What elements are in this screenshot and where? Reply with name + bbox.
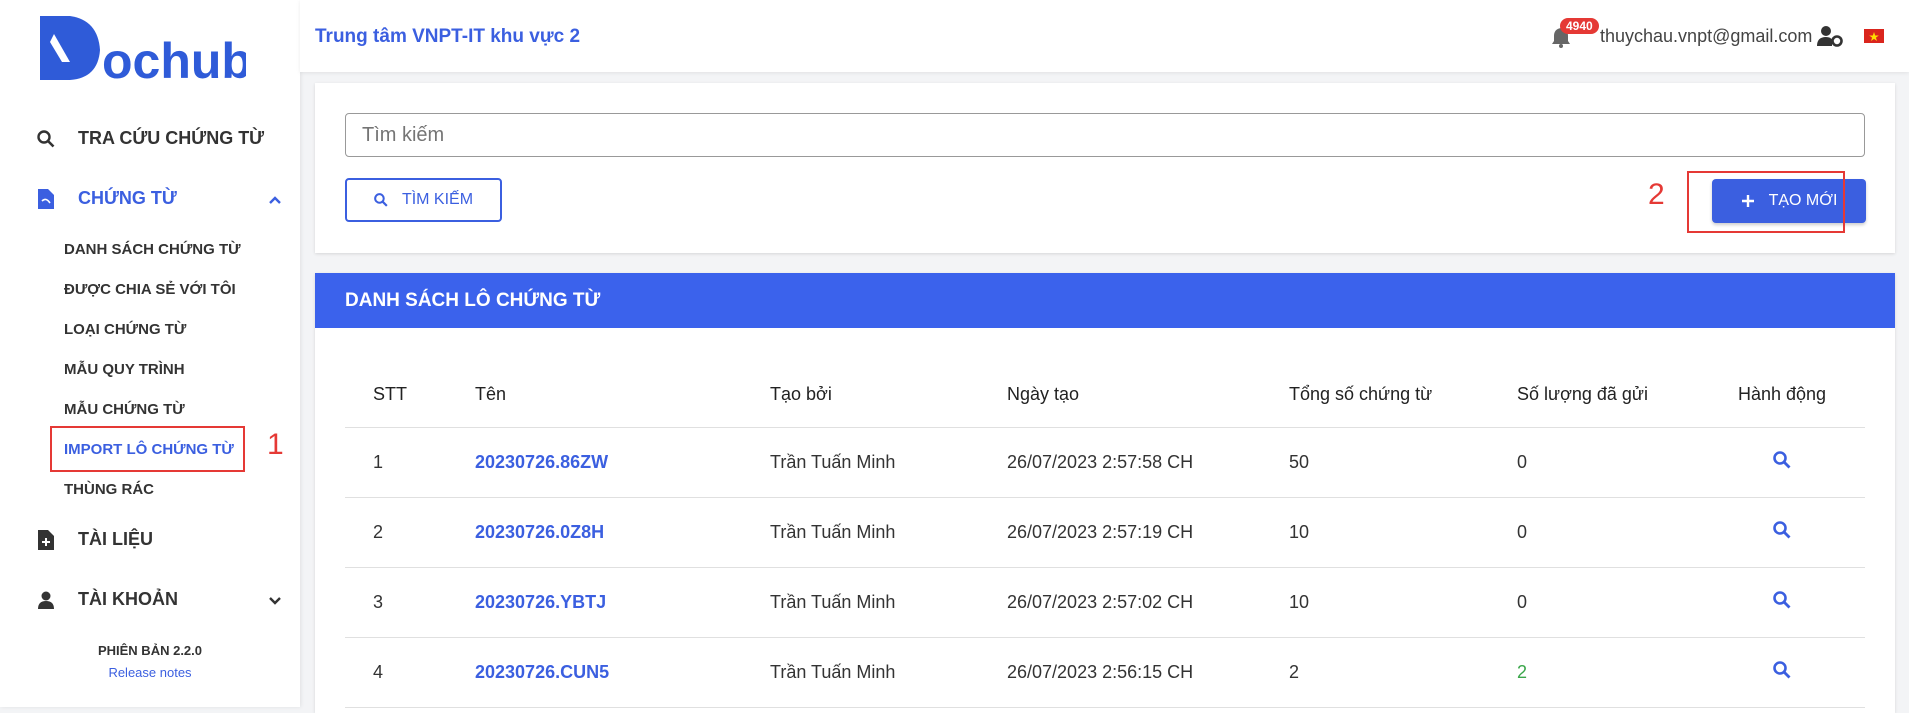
col-hanh-dong: Hành động (1699, 363, 1865, 428)
cell-creator: Trần Tuấn Minh (742, 497, 979, 568)
cell-stt: 2 (345, 497, 447, 568)
cell-total: 10 (1261, 497, 1489, 568)
nav-tai-khoan[interactable]: TÀI KHOẢN (36, 589, 178, 610)
chevron-up-icon[interactable] (268, 193, 282, 207)
cell-sent: 0 (1489, 567, 1699, 638)
org-title: Trung tâm VNPT-IT khu vực 2 (315, 26, 581, 47)
view-search-icon[interactable] (1773, 450, 1791, 469)
cell-total: 50 (1261, 427, 1489, 498)
batch-name-link[interactable]: 20230726.CUN5 (447, 637, 742, 708)
nav-tra-cuu-label: TRA CỨU CHỨNG TỪ (78, 128, 265, 148)
search-input[interactable] (345, 113, 1865, 157)
vietnam-flag-icon[interactable] (1864, 29, 1884, 43)
file-pdf-icon (36, 188, 56, 209)
col-ngay-tao: Ngày tạo (979, 363, 1261, 428)
col-da-gui: Số lượng đã gửi (1489, 363, 1699, 428)
nav-tai-lieu-label: TÀI LIỆU (78, 529, 153, 549)
list-title: DANH SÁCH LÔ CHỨNG TỪ (315, 273, 1895, 328)
table-row: 4 20230726.CUN5 Trần Tuấn Minh 26/07/202… (345, 637, 1865, 708)
cell-action (1699, 497, 1865, 568)
col-tong-so: Tổng số chứng từ (1261, 363, 1489, 428)
nav-chung-tu-label: CHỨNG TỪ (78, 188, 177, 208)
sub-mau-chung-tu[interactable]: MẪU CHỨNG TỪ (64, 401, 185, 418)
user-settings-icon[interactable] (1817, 25, 1843, 47)
logo-text: ochub (102, 33, 246, 84)
sub-loai-chung-tu[interactable]: LOẠI CHỨNG TỪ (64, 321, 186, 338)
notification-badge: 4940 (1560, 18, 1599, 34)
highlight-box-1 (50, 426, 245, 472)
search-icon (36, 129, 56, 149)
cell-creator: Trần Tuấn Minh (742, 427, 979, 498)
user-icon (36, 590, 56, 610)
cell-stt: 3 (345, 567, 447, 638)
cell-date: 26/07/2023 2:56:15 CH (979, 637, 1261, 708)
docohub-logo[interactable]: ochub (36, 14, 246, 84)
search-card: TÌM KIẾM TẠO MỚI 2 (315, 83, 1895, 253)
batch-name-link[interactable]: 20230726.0Z8H (447, 497, 742, 568)
batch-name-link[interactable]: 20230726.YBTJ (447, 567, 742, 638)
sub-thung-rac[interactable]: THÙNG RÁC (64, 481, 154, 498)
cell-sent: 0 (1489, 497, 1699, 568)
nav-tai-khoan-label: TÀI KHOẢN (78, 589, 178, 609)
file-add-icon (36, 529, 56, 550)
batch-table: STT Tên Tạo bởi Ngày tạo Tổng số chứng t… (345, 363, 1865, 708)
version-text: PHIÊN BẢN 2.2.0 (97, 643, 203, 658)
view-search-icon[interactable] (1773, 590, 1791, 609)
cell-date: 26/07/2023 2:57:19 CH (979, 497, 1261, 568)
cell-date: 26/07/2023 2:57:58 CH (979, 427, 1261, 498)
search-icon (374, 193, 388, 207)
view-search-icon[interactable] (1773, 660, 1791, 679)
cell-stt: 4 (345, 637, 447, 708)
cell-action (1699, 637, 1865, 708)
cell-action (1699, 427, 1865, 498)
nav-tra-cuu[interactable]: TRA CỨU CHỨNG TỪ (36, 128, 264, 149)
cell-total: 10 (1261, 567, 1489, 638)
top-bar: Trung tâm VNPT-IT khu vực 2 4940 thuycha… (300, 0, 1909, 72)
nav-tai-lieu[interactable]: TÀI LIỆU (36, 529, 153, 550)
sub-mau-quy-trinh[interactable]: MẪU QUY TRÌNH (64, 361, 185, 378)
table-row: 2 20230726.0Z8H Trần Tuấn Minh 26/07/202… (345, 497, 1865, 568)
highlight-box-2 (1687, 171, 1845, 233)
cell-sent: 2 (1489, 637, 1699, 708)
cell-total: 2 (1261, 637, 1489, 708)
cell-action (1699, 567, 1865, 638)
table-header-row: STT Tên Tạo bởi Ngày tạo Tổng số chứng t… (345, 363, 1865, 428)
annotation-number-1: 1 (267, 428, 284, 461)
cell-stt: 1 (345, 427, 447, 498)
nav-chung-tu[interactable]: CHỨNG TỪ (36, 188, 177, 209)
release-notes-link[interactable]: Release notes (0, 665, 300, 680)
user-email[interactable]: thuychau.vnpt@gmail.com (1600, 26, 1812, 47)
col-tao-boi: Tạo bởi (742, 363, 979, 428)
sub-duoc-chia-se[interactable]: ĐƯỢC CHIA SẺ VỚI TÔI (64, 281, 236, 298)
cell-creator: Trần Tuấn Minh (742, 637, 979, 708)
cell-date: 26/07/2023 2:57:02 CH (979, 567, 1261, 638)
sidebar: ochub TRA CỨU CHỨNG TỪ CHỨNG TỪ DANH SÁC… (0, 0, 300, 707)
search-button[interactable]: TÌM KIẾM (345, 178, 502, 222)
view-search-icon[interactable] (1773, 520, 1791, 539)
batch-list-card: DANH SÁCH LÔ CHỨNG TỪ STT Tên Tạo bởi Ng… (315, 273, 1895, 713)
sub-danh-sach-chung-tu[interactable]: DANH SÁCH CHỨNG TỪ (64, 241, 241, 258)
col-stt: STT (345, 363, 447, 428)
table-row: 3 20230726.YBTJ Trần Tuấn Minh 26/07/202… (345, 567, 1865, 638)
col-ten: Tên (447, 363, 742, 428)
annotation-number-2: 2 (1648, 178, 1665, 211)
table-row: 1 20230726.86ZW Trần Tuấn Minh 26/07/202… (345, 427, 1865, 498)
cell-creator: Trần Tuấn Minh (742, 567, 979, 638)
batch-name-link[interactable]: 20230726.86ZW (447, 427, 742, 498)
search-button-label: TÌM KIẾM (401, 191, 474, 208)
cell-sent: 0 (1489, 427, 1699, 498)
chevron-down-icon[interactable] (268, 593, 282, 607)
